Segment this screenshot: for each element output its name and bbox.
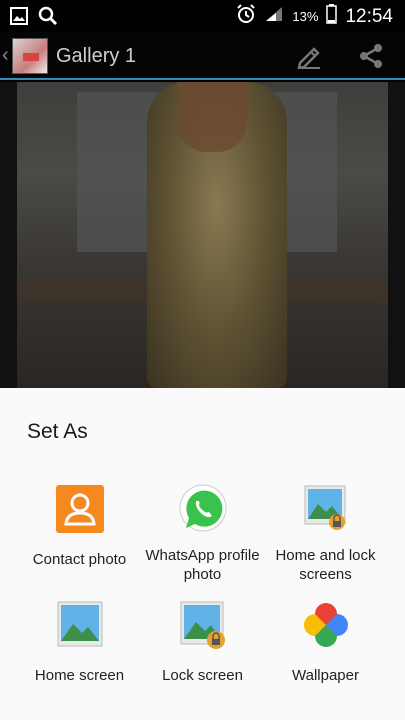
option-home-and-lock-screens[interactable]: Home and lock screens [258, 484, 393, 584]
google-photos-icon [301, 600, 351, 650]
home-lock-screen-icon [301, 484, 351, 534]
whatsapp-icon [178, 484, 228, 534]
option-contact-photo[interactable]: Contact photo [12, 484, 147, 569]
home-screen-icon [55, 600, 105, 650]
action-bar: ‹ Gallery 1 [0, 32, 405, 80]
set-as-sheet: Set As Contact photo WhatsApp profile ph… [0, 388, 405, 720]
status-bar: 13% 12:54 [0, 0, 405, 32]
gallery-photo [17, 82, 388, 388]
battery-icon [326, 4, 338, 29]
option-label: WhatsApp profile photo [145, 547, 260, 583]
contact-icon [55, 484, 105, 534]
sheet-title: Set As [27, 420, 88, 443]
option-label: Lock screen [162, 667, 243, 684]
option-label: Home screen [34, 667, 125, 684]
option-wallpaper[interactable]: Wallpaper [258, 600, 393, 685]
battery-percent: 13% [292, 9, 319, 24]
option-label: Home and lock screens [275, 547, 376, 583]
edit-button[interactable] [296, 43, 322, 74]
photo-viewer[interactable] [0, 82, 405, 388]
alarm-icon [236, 4, 256, 29]
option-home-screen[interactable]: Home screen [12, 600, 147, 685]
option-lock-screen[interactable]: Lock screen [135, 600, 270, 685]
option-label: Contact photo [32, 551, 127, 568]
option-whatsapp-profile-photo[interactable]: WhatsApp profile photo [135, 484, 270, 584]
search-notification-icon [38, 6, 58, 31]
option-label: Wallpaper [292, 667, 359, 684]
pencil-icon [297, 47, 320, 70]
back-chevron-icon: ‹ [2, 44, 9, 66]
lock-screen-icon [178, 600, 228, 650]
app-icon [12, 38, 48, 74]
signal-icon [264, 5, 284, 28]
page-title: Gallery 1 [56, 45, 137, 67]
share-icon [360, 44, 382, 68]
gallery-notification-icon [10, 7, 28, 30]
share-button[interactable] [358, 43, 384, 74]
clock: 12:54 [345, 5, 393, 27]
